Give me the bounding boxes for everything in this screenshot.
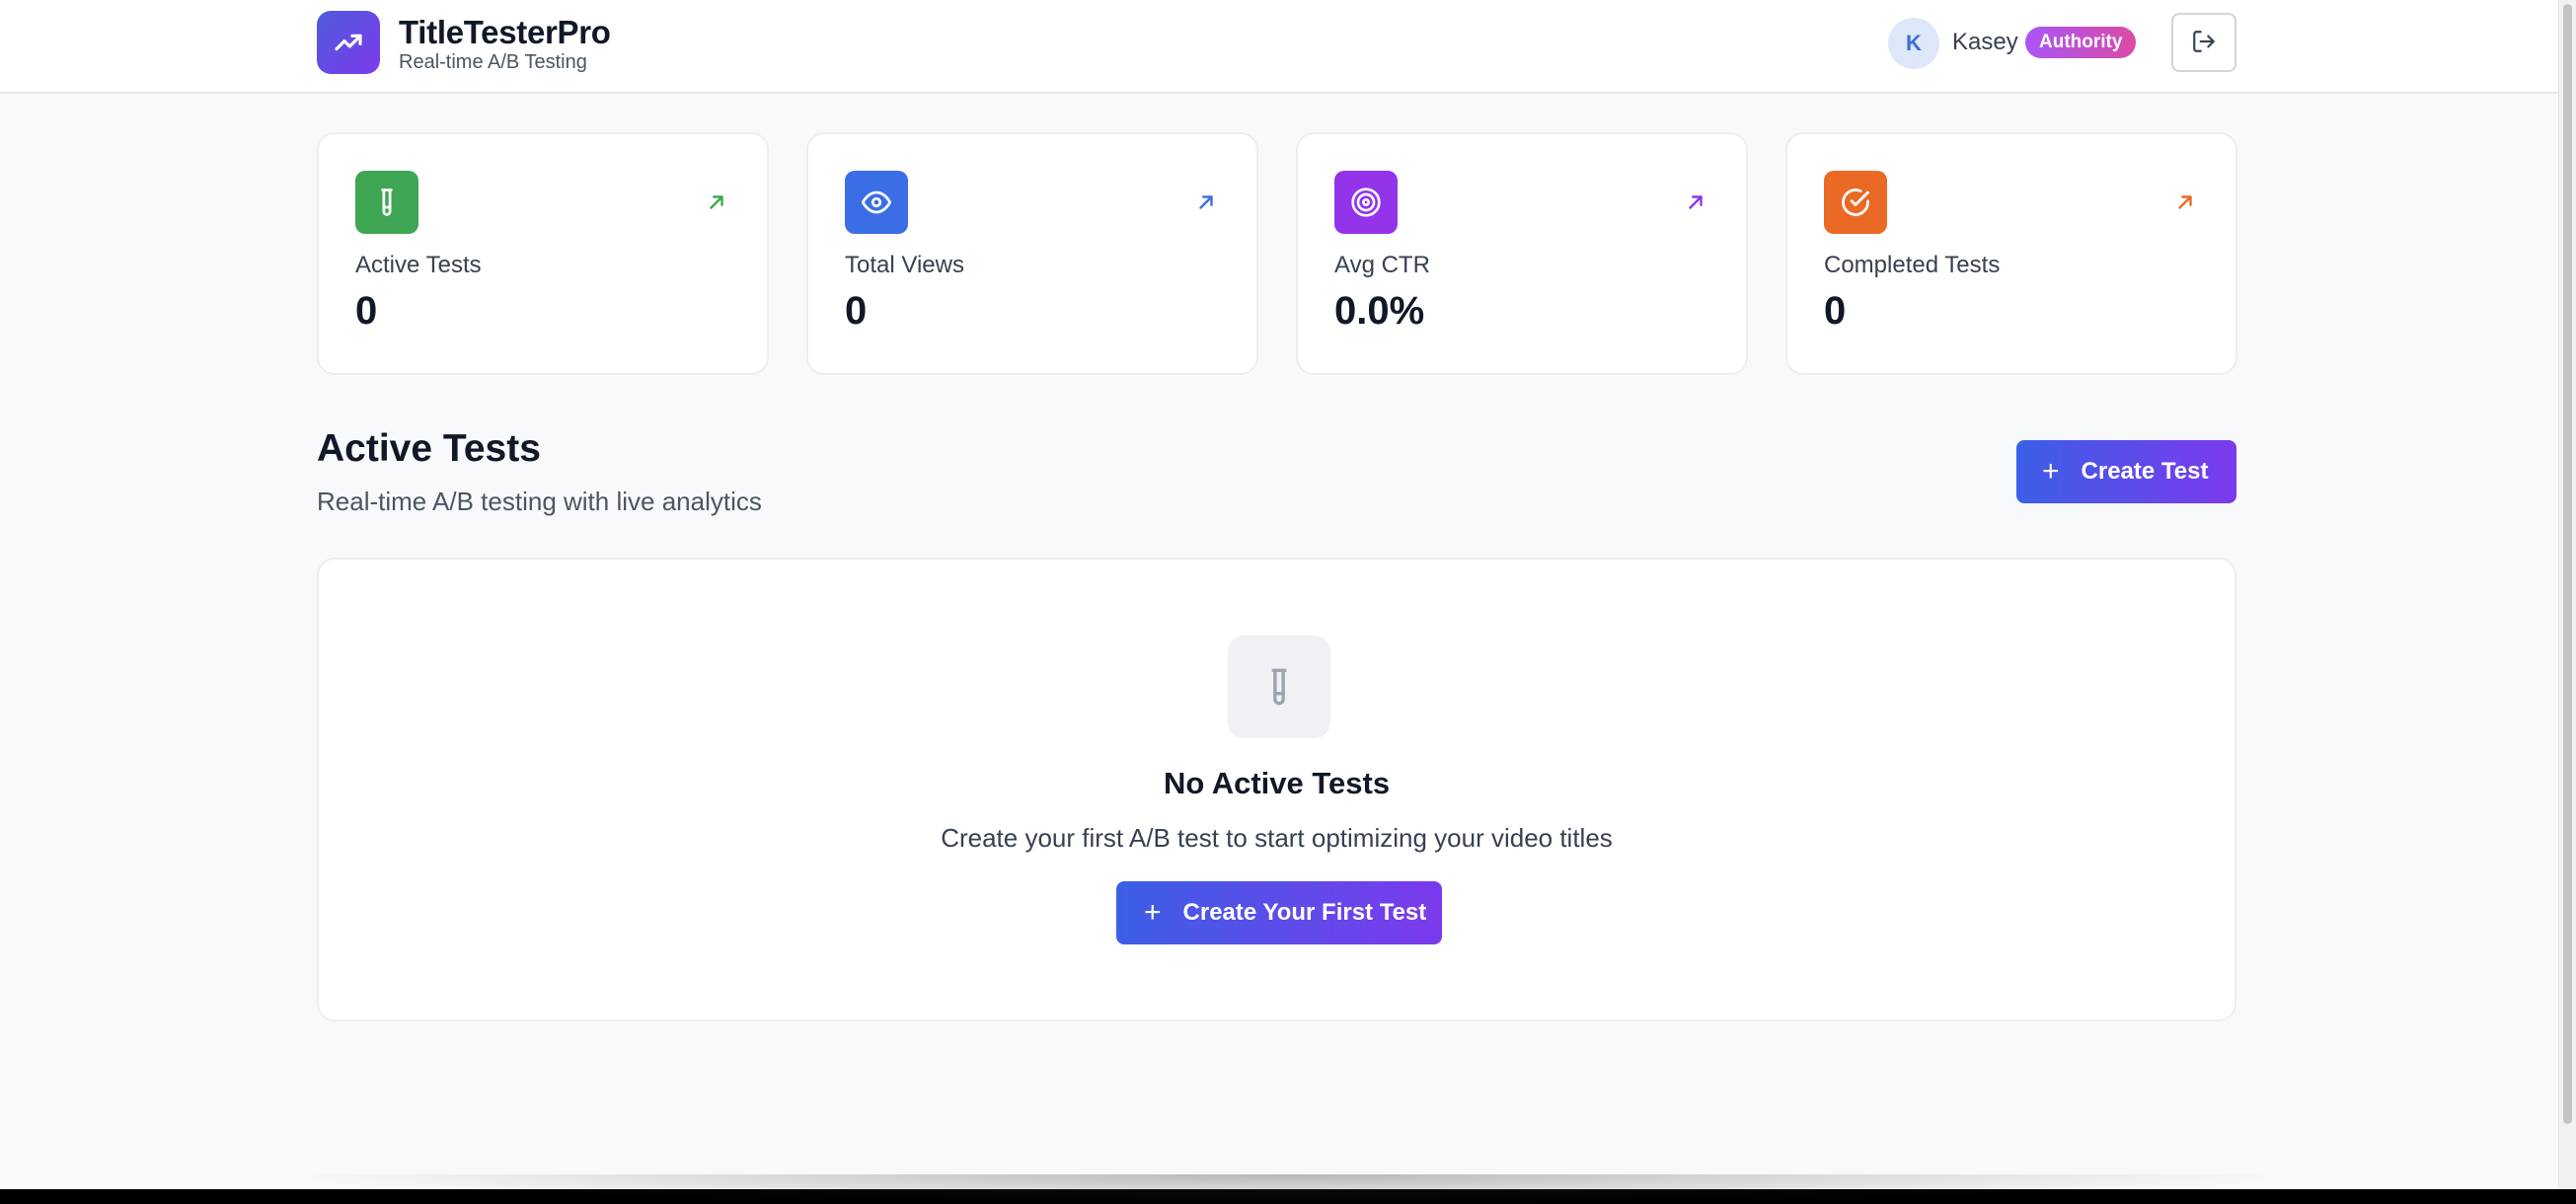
empty-state-panel: No Active Tests Create your first A/B te… <box>317 558 2236 1021</box>
stat-value: 0.0% <box>1334 289 1425 333</box>
check-circle-icon <box>1824 171 1887 234</box>
eye-icon <box>845 171 908 234</box>
stat-card-total-views: Total Views 0 <box>806 132 1258 375</box>
section-subtitle: Real-time A/B testing with live analytic… <box>317 487 762 516</box>
stat-label: Avg CTR <box>1334 252 1430 278</box>
top-header: TitleTesterPro Real-time A/B Testing K K… <box>0 0 2558 94</box>
logout-icon <box>2191 29 2217 57</box>
stat-label: Total Views <box>845 252 964 278</box>
logout-button[interactable] <box>2171 13 2236 72</box>
app-name: TitleTesterPro <box>399 14 611 50</box>
scrollbar[interactable] <box>2558 0 2576 1189</box>
stat-card-completed-tests: Completed Tests 0 <box>1785 132 2237 375</box>
create-test-label: Create Test <box>2081 458 2209 485</box>
app-viewport: TitleTesterPro Real-time A/B Testing K K… <box>0 0 2576 1189</box>
trending-up-icon[interactable] <box>317 11 380 74</box>
empty-state-description: Create your first A/B test to start opti… <box>941 823 1613 853</box>
test-tube-icon <box>1228 636 1330 738</box>
plus-icon: + <box>2042 455 2060 488</box>
trend-arrow-icon <box>1195 191 1217 213</box>
role-badge: Authority <box>2025 27 2137 58</box>
empty-state-title: No Active Tests <box>1163 766 1391 800</box>
stat-card-active-tests: Active Tests 0 <box>317 132 769 375</box>
trend-arrow-icon <box>706 191 727 213</box>
app-subtitle: Real-time A/B Testing <box>399 51 587 73</box>
stat-value: 0 <box>845 289 868 333</box>
stat-label: Completed Tests <box>1824 252 2001 278</box>
stat-value: 0 <box>1824 289 1847 333</box>
create-test-button[interactable]: + Create Test <box>2016 440 2236 503</box>
avatar[interactable]: K <box>1888 18 1939 69</box>
window-shadow <box>276 1174 2300 1204</box>
stat-label: Active Tests <box>355 252 482 278</box>
section-title: Active Tests <box>317 427 541 470</box>
user-name: Kasey <box>1952 29 2018 55</box>
create-first-test-button[interactable]: + Create Your First Test <box>1116 881 1442 944</box>
plus-icon: + <box>1144 896 1162 929</box>
trend-arrow-icon <box>1685 191 1706 213</box>
create-first-test-label: Create Your First Test <box>1182 899 1427 926</box>
test-tube-icon <box>355 171 418 234</box>
target-icon <box>1334 171 1398 234</box>
stat-value: 0 <box>355 289 378 333</box>
scrollbar-thumb[interactable] <box>2563 4 2572 1124</box>
trend-arrow-icon <box>2174 191 2196 213</box>
stat-card-avg-ctr: Avg CTR 0.0% <box>1296 132 1748 375</box>
